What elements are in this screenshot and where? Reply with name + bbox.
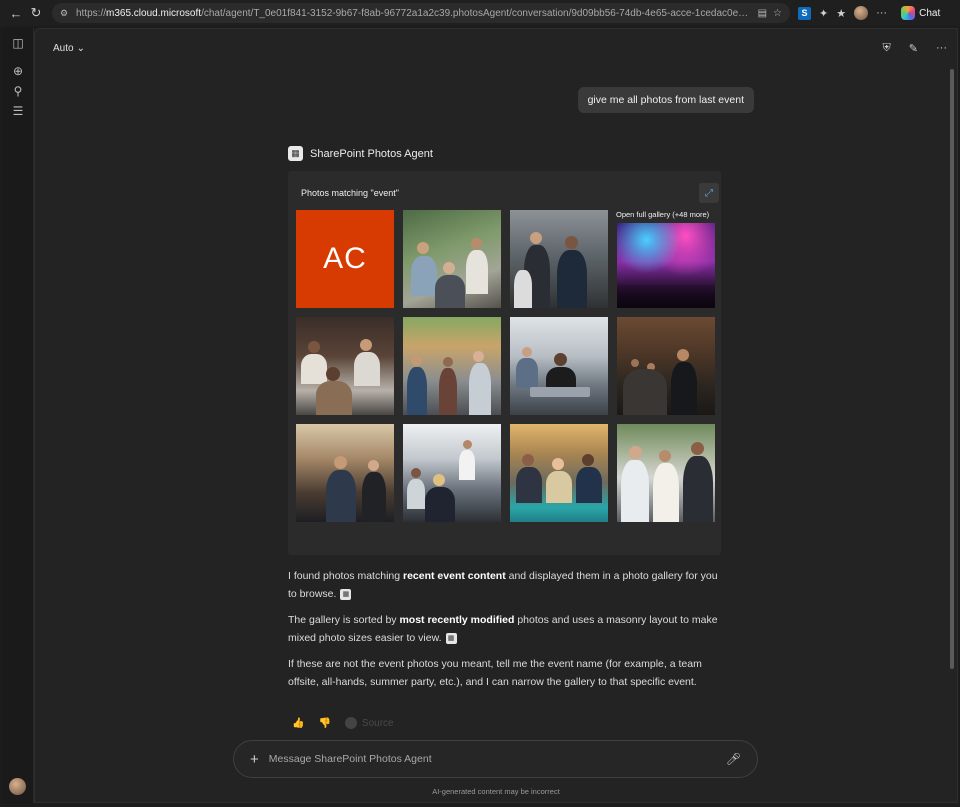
gallery-photo[interactable]	[403, 424, 501, 522]
gallery-photo[interactable]	[510, 424, 608, 522]
favorites-icon[interactable]: ★	[836, 7, 846, 20]
sharepoint-extension-icon[interactable]: S	[798, 6, 811, 20]
gallery-photo[interactable]	[296, 317, 394, 415]
source-icon	[344, 717, 357, 729]
back-icon[interactable]: ←	[6, 3, 26, 23]
open-full-gallery-link[interactable]: Open full gallery (+48 more)	[616, 210, 709, 219]
chat-button[interactable]: Chat	[901, 6, 940, 20]
citation-icon[interactable]: ▦	[340, 588, 352, 600]
gallery-photo[interactable]	[510, 210, 608, 308]
thumbs-up-icon[interactable]: 👍	[292, 718, 304, 729]
chevron-down-icon: ⌄	[76, 42, 85, 54]
reader-mode-icon[interactable]: ▤	[758, 8, 767, 19]
scrollbar[interactable]	[950, 69, 954, 669]
gallery-photo[interactable]	[403, 210, 501, 308]
citation-icon[interactable]: ▦	[445, 632, 457, 644]
gallery-photo[interactable]	[617, 424, 715, 522]
message-input[interactable]	[268, 753, 726, 765]
response-paragraph: I found photos matching recent event con…	[288, 570, 718, 600]
refresh-icon[interactable]: ↻	[26, 3, 46, 23]
microphone-icon[interactable]: 🎤︎	[726, 752, 741, 766]
response-paragraph: The gallery is sorted by most recently m…	[288, 614, 718, 644]
expand-icon[interactable]: ⤢	[699, 183, 719, 203]
source-button[interactable]: Source	[344, 717, 394, 729]
site-info-icon[interactable]: ⚙	[60, 8, 70, 18]
address-bar[interactable]: ⚙ https://m365.cloud.microsoft/chat/agen…	[52, 3, 790, 23]
extensions-icon[interactable]: ✦	[819, 7, 828, 20]
agent-icon: ▦	[288, 146, 303, 161]
gallery-photo-ac[interactable]: AC	[296, 210, 394, 308]
copilot-icon	[901, 6, 916, 20]
photo-gallery-card: Photos matching "event" ⤢ AC Open full g…	[288, 171, 721, 555]
gallery-photo[interactable]	[510, 317, 608, 415]
agent-header: ▦ SharePoint Photos Agent	[288, 146, 433, 161]
feedback-row: 👍 👎 Source	[292, 717, 394, 729]
agent-response: I found photos matching recent event con…	[288, 567, 728, 699]
library-icon[interactable]: ☰	[2, 101, 34, 121]
new-chat-icon[interactable]: ⊕	[2, 61, 34, 81]
ai-disclaimer: AI-generated content may be incorrect	[432, 787, 560, 796]
browser-toolbar: ← ↻ ⚙ https://m365.cloud.microsoft/chat/…	[0, 0, 960, 26]
gallery-title: Photos matching "event"	[301, 188, 399, 198]
more-options-icon[interactable]: ···	[876, 7, 887, 19]
left-rail: ◫ ⊕ ⚲ ☰	[2, 28, 34, 803]
sidebar-toggle-icon[interactable]: ◫	[2, 33, 34, 53]
mode-selector[interactable]: Auto ⌄	[53, 43, 85, 54]
gallery-photo-open-full[interactable]	[617, 223, 715, 308]
user-message: give me all photos from last event	[577, 87, 754, 113]
agent-name: SharePoint Photos Agent	[310, 147, 433, 160]
new-chat-edit-icon[interactable]: ✎	[909, 42, 918, 55]
gallery-photo[interactable]	[296, 424, 394, 522]
add-attachment-icon[interactable]: +	[250, 751, 259, 768]
profile-avatar[interactable]	[854, 6, 869, 20]
gallery-photo[interactable]	[617, 317, 715, 415]
favorite-star-icon[interactable]: ☆	[773, 8, 782, 19]
message-composer: + 🎤︎	[233, 740, 758, 778]
chat-panel: Auto ⌄ ⛨ ✎ ··· give me all photos from l…	[34, 28, 958, 803]
shield-icon[interactable]: ⛨	[883, 42, 891, 55]
user-avatar[interactable]	[9, 778, 26, 795]
search-icon[interactable]: ⚲	[2, 81, 34, 101]
more-options-icon[interactable]: ···	[936, 42, 947, 55]
thumbs-down-icon[interactable]: 👎	[318, 718, 330, 729]
url-text: https://m365.cloud.microsoft/chat/agent/…	[76, 7, 752, 19]
gallery-photo[interactable]	[403, 317, 501, 415]
response-paragraph: If these are not the event photos you me…	[288, 658, 702, 688]
app-window: ◫ ⊕ ⚲ ☰ Auto ⌄ ⛨ ✎ ··· give me all photo…	[0, 26, 960, 807]
